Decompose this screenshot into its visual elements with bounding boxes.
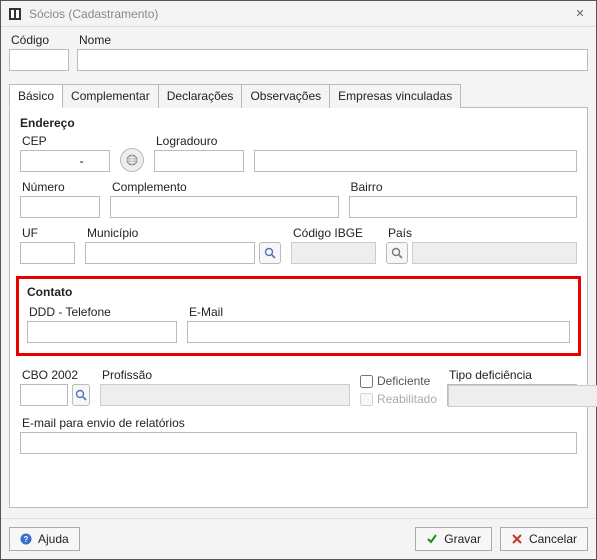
cep-field: CEP [20, 134, 110, 172]
tab-empresas[interactable]: Empresas vinculadas [329, 84, 461, 108]
cep-lookup-button[interactable] [120, 148, 144, 172]
ajuda-button[interactable]: ? Ajuda [9, 527, 80, 551]
ibge-field: Código IBGE [291, 226, 376, 264]
tab-bar: Básico Complementar Declarações Observaç… [9, 83, 588, 108]
cep-label: CEP [22, 134, 110, 148]
bairro-input[interactable] [349, 196, 578, 218]
uf-combo[interactable]: ▾ [20, 242, 75, 264]
codigo-input[interactable] [9, 49, 69, 71]
window-title: Sócios (Cadastramento) [29, 7, 570, 21]
profissao-row: CBO 2002 Profissão Deficiente [20, 368, 577, 406]
gravar-label: Gravar [444, 532, 481, 546]
cancel-icon [511, 533, 523, 545]
complemento-label: Complemento [112, 180, 339, 194]
ibge-input [291, 242, 376, 264]
tipo-deficiencia-combo[interactable]: ▾ [447, 384, 577, 406]
uf-field: UF ▾ [20, 226, 75, 264]
municipio-field: Município [85, 226, 281, 264]
titlebar: Sócios (Cadastramento) ✕ [1, 1, 596, 27]
ddd-label: DDD - Telefone [29, 305, 177, 319]
endereco-title: Endereço [20, 116, 577, 130]
tipo-deficiencia-label: Tipo deficiência [449, 368, 577, 382]
email-relatorios-input[interactable] [20, 432, 577, 454]
logradouro-label: Logradouro [156, 134, 244, 148]
logradouro-tipo-field: Logradouro ▾ [154, 134, 244, 172]
cep-input[interactable] [20, 150, 110, 172]
pais-field: País [386, 226, 577, 264]
email-relatorios-field: E-mail para envio de relatórios [20, 416, 577, 454]
ajuda-label: Ajuda [38, 532, 69, 546]
codigo-field: Código [9, 33, 69, 71]
pais-input [412, 242, 577, 264]
nome-input[interactable] [77, 49, 588, 71]
header-row: Código Nome [9, 33, 588, 71]
deficiente-checkbox[interactable] [360, 375, 373, 388]
tipo-deficiencia-input [448, 385, 597, 407]
complemento-field: Complemento [110, 180, 339, 218]
gravar-button[interactable]: Gravar [415, 527, 492, 551]
search-icon [75, 389, 87, 401]
cancelar-button[interactable]: Cancelar [500, 527, 588, 551]
logradouro-tipo-combo[interactable]: ▾ [154, 150, 244, 172]
cbo-search-button[interactable] [72, 384, 90, 406]
tab-observacoes[interactable]: Observações [241, 84, 330, 108]
cbo-input[interactable] [20, 384, 68, 406]
tab-page-basico: Endereço CEP Logradouro [9, 108, 588, 508]
profissao-field: Profissão [100, 368, 350, 406]
profissao-label: Profissão [102, 368, 350, 382]
tab-basico[interactable]: Básico [9, 84, 63, 108]
numero-field: Número [20, 180, 100, 218]
pais-label: País [388, 226, 577, 240]
nome-label: Nome [79, 33, 588, 47]
profissao-input [100, 384, 350, 406]
bairro-label: Bairro [351, 180, 578, 194]
municipio-input[interactable] [85, 242, 255, 264]
logradouro-input[interactable] [254, 150, 577, 172]
tab-complementar[interactable]: Complementar [62, 84, 159, 108]
cbo-field: CBO 2002 [20, 368, 90, 406]
cancelar-label: Cancelar [529, 532, 577, 546]
email-label: E-Mail [189, 305, 570, 319]
deficiente-label: Deficiente [377, 374, 430, 388]
pais-search-button[interactable] [386, 242, 408, 264]
municipio-search-button[interactable] [259, 242, 281, 264]
nome-field: Nome [77, 33, 588, 71]
codigo-label: Código [11, 33, 69, 47]
email-input[interactable] [187, 321, 570, 343]
cbo-label: CBO 2002 [22, 368, 90, 382]
reabilitado-checkbox [360, 393, 373, 406]
search-icon [264, 247, 276, 259]
endereco-section: Endereço CEP Logradouro [20, 116, 577, 264]
svg-text:?: ? [24, 535, 29, 544]
tab-declaracoes[interactable]: Declarações [158, 84, 243, 108]
ibge-label: Código IBGE [293, 226, 376, 240]
ddd-telefone-input[interactable] [27, 321, 177, 343]
municipio-label: Município [87, 226, 281, 240]
search-icon [391, 247, 403, 259]
logradouro-field [254, 134, 577, 172]
footer: ? Ajuda Gravar Cancelar [1, 518, 596, 559]
reabilitado-checkbox-row: Reabilitado [360, 392, 437, 406]
email-field: E-Mail [187, 305, 570, 343]
email-relatorios-label: E-mail para envio de relatórios [22, 416, 577, 430]
close-icon[interactable]: ✕ [570, 4, 590, 24]
reabilitado-label: Reabilitado [377, 392, 437, 406]
complemento-input[interactable] [110, 196, 339, 218]
contato-highlight: Contato DDD - Telefone E-Mail [16, 276, 581, 356]
numero-label: Número [22, 180, 100, 194]
tipo-deficiencia-field: Tipo deficiência ▾ [447, 368, 577, 406]
ddd-field: DDD - Telefone [27, 305, 177, 343]
window: Sócios (Cadastramento) ✕ Código Nome Bás… [0, 0, 597, 560]
contato-title: Contato [27, 285, 570, 299]
uf-label: UF [22, 226, 75, 240]
globe-icon [126, 154, 138, 166]
app-icon [7, 6, 23, 22]
check-icon [426, 533, 438, 545]
bairro-field: Bairro [349, 180, 578, 218]
numero-input[interactable] [20, 196, 100, 218]
client-area: Código Nome Básico Complementar Declaraç… [1, 27, 596, 518]
help-icon: ? [20, 533, 32, 545]
deficiente-checkbox-row[interactable]: Deficiente [360, 374, 437, 388]
